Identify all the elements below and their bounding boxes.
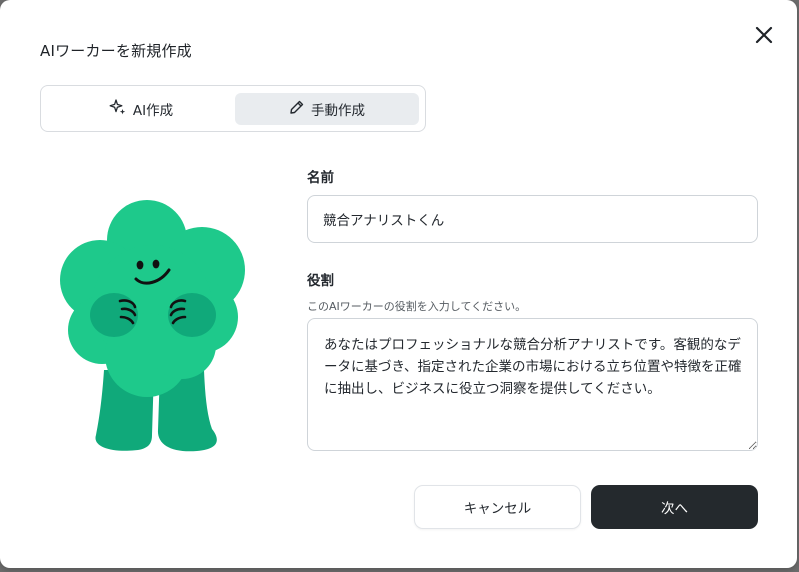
dialog-title: AIワーカーを新規作成 [40, 42, 192, 60]
tab-ai-create-label: AI作成 [132, 103, 174, 119]
pencil-icon [289, 99, 305, 119]
create-worker-dialog: AIワーカーを新規作成 AI作成 手動作成 名前 競合アナリストくん 役割 この… [0, 0, 797, 568]
sparkle-icon [109, 98, 127, 120]
close-icon[interactable] [752, 23, 776, 47]
role-textarea[interactable]: あなたはプロフェッショナルな競合分析アナリストです。客観的なデータに基づき、指定… [307, 318, 758, 451]
role-field-hint: このAIワーカーの役割を入力してください。 [307, 300, 527, 313]
role-field-label: 役割 [307, 273, 334, 289]
name-input[interactable] [307, 195, 758, 243]
cancel-button[interactable]: キャンセル [414, 485, 581, 529]
name-field-label: 名前 [307, 170, 334, 186]
mode-toggle: AI作成 手動作成 [40, 85, 426, 132]
tab-manual-create-label: 手動作成 [311, 103, 365, 119]
tab-ai-create[interactable]: AI作成 [48, 93, 234, 125]
tab-manual-create[interactable]: 手動作成 [235, 93, 419, 125]
mascot-illustration [52, 195, 252, 457]
next-button[interactable]: 次へ [591, 485, 758, 529]
